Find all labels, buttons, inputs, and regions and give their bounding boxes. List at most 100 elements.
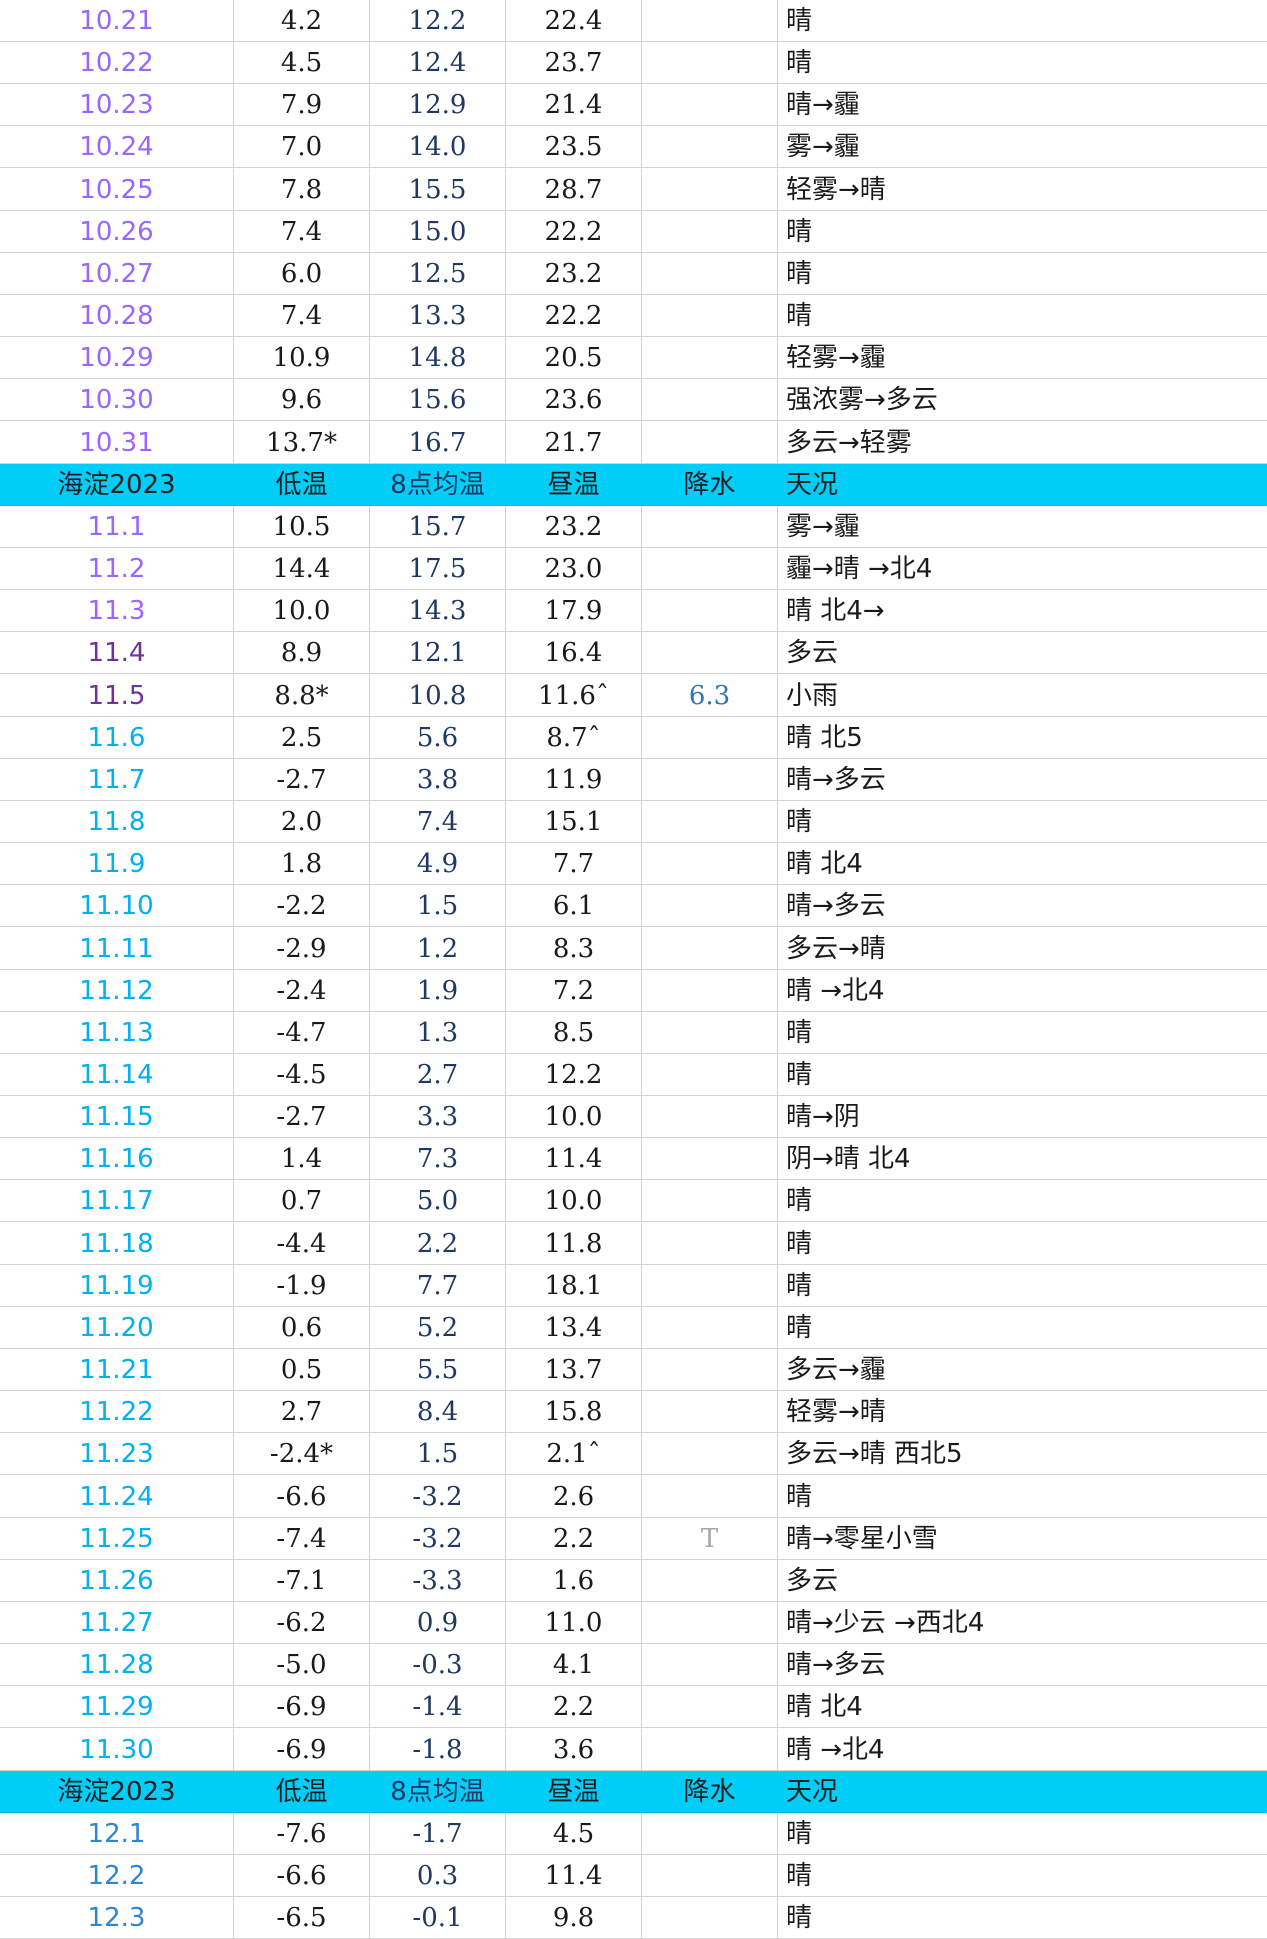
low-temp-cell[interactable]: -2.2 [234, 885, 370, 927]
date-cell[interactable]: 10.27 [0, 253, 234, 295]
date-cell[interactable]: 10.29 [0, 337, 234, 379]
low-temp-cell[interactable]: -6.6 [234, 1855, 370, 1897]
condition-cell[interactable]: 晴 [778, 0, 1267, 42]
avg-temp-cell[interactable]: 13.3 [370, 295, 506, 337]
avg-temp-cell[interactable]: 2.2 [370, 1223, 506, 1265]
header-precip-cell[interactable]: 降水 [642, 464, 778, 506]
date-cell[interactable]: 11.19 [0, 1265, 234, 1307]
condition-cell[interactable]: 晴→多云 [778, 759, 1267, 801]
header-day-temp-cell[interactable]: 昼温 [506, 1771, 642, 1813]
precip-cell[interactable] [642, 632, 778, 674]
condition-cell[interactable]: 晴 北4 [778, 843, 1267, 885]
day-temp-cell[interactable]: 16.4 [506, 632, 642, 674]
low-temp-cell[interactable]: -6.9 [234, 1686, 370, 1728]
low-temp-cell[interactable]: 10.0 [234, 590, 370, 632]
day-temp-cell[interactable]: 23.2 [506, 253, 642, 295]
low-temp-cell[interactable]: -4.5 [234, 1054, 370, 1096]
precip-cell[interactable] [642, 169, 778, 211]
precip-cell[interactable] [642, 295, 778, 337]
avg-temp-cell[interactable]: 2.7 [370, 1054, 506, 1096]
date-cell[interactable]: 11.5 [0, 675, 234, 717]
day-temp-cell[interactable]: 22.4 [506, 0, 642, 42]
condition-cell[interactable]: 晴 →北4 [778, 970, 1267, 1012]
condition-cell[interactable]: 多云→轻雾 [778, 422, 1267, 464]
precip-cell[interactable] [642, 379, 778, 421]
low-temp-cell[interactable]: 7.4 [234, 211, 370, 253]
date-cell[interactable]: 11.12 [0, 970, 234, 1012]
low-temp-cell[interactable]: 8.9 [234, 632, 370, 674]
precip-cell[interactable] [642, 42, 778, 84]
low-temp-cell[interactable]: -2.9 [234, 928, 370, 970]
condition-cell[interactable]: 晴→多云 [778, 1644, 1267, 1686]
day-temp-cell[interactable]: 10.0 [506, 1096, 642, 1138]
avg-temp-cell[interactable]: 7.3 [370, 1138, 506, 1180]
precip-cell[interactable] [642, 1307, 778, 1349]
precip-cell[interactable] [642, 885, 778, 927]
date-cell[interactable]: 11.22 [0, 1391, 234, 1433]
low-temp-cell[interactable]: 2.5 [234, 717, 370, 759]
day-temp-cell[interactable]: 12.2 [506, 1054, 642, 1096]
condition-cell[interactable]: 晴 [778, 801, 1267, 843]
date-cell[interactable]: 10.23 [0, 84, 234, 126]
avg-temp-cell[interactable]: -3.3 [370, 1560, 506, 1602]
low-temp-cell[interactable]: -7.1 [234, 1560, 370, 1602]
condition-cell[interactable]: 轻雾→霾 [778, 337, 1267, 379]
condition-cell[interactable]: 霾→晴 →北4 [778, 548, 1267, 590]
condition-cell[interactable]: 晴→零星小雪 [778, 1518, 1267, 1560]
condition-cell[interactable]: 晴→阴 [778, 1096, 1267, 1138]
precip-cell[interactable] [642, 1433, 778, 1475]
condition-cell[interactable]: 晴 [778, 1054, 1267, 1096]
day-temp-cell[interactable]: 4.5 [506, 1813, 642, 1855]
avg-temp-cell[interactable]: 15.7 [370, 506, 506, 548]
condition-cell[interactable]: 多云→霾 [778, 1349, 1267, 1391]
condition-cell[interactable]: 晴 [778, 253, 1267, 295]
condition-cell[interactable]: 晴 →北4 [778, 1729, 1267, 1771]
low-temp-cell[interactable]: -6.2 [234, 1602, 370, 1644]
day-temp-cell[interactable]: 4.1 [506, 1644, 642, 1686]
condition-cell[interactable]: 晴 北5 [778, 717, 1267, 759]
low-temp-cell[interactable]: 8.8* [234, 675, 370, 717]
avg-temp-cell[interactable]: 12.1 [370, 632, 506, 674]
condition-cell[interactable]: 强浓雾→多云 [778, 379, 1267, 421]
date-cell[interactable]: 11.20 [0, 1307, 234, 1349]
condition-cell[interactable]: 晴 [778, 1476, 1267, 1518]
day-temp-cell[interactable]: 2.2 [506, 1686, 642, 1728]
precip-cell[interactable] [642, 843, 778, 885]
low-temp-cell[interactable]: 7.0 [234, 126, 370, 168]
date-cell[interactable]: 10.24 [0, 126, 234, 168]
low-temp-cell[interactable]: -2.7 [234, 759, 370, 801]
avg-temp-cell[interactable]: 5.0 [370, 1180, 506, 1222]
date-cell[interactable]: 11.23 [0, 1433, 234, 1475]
precip-cell[interactable] [642, 1138, 778, 1180]
condition-cell[interactable]: 雾→霾 [778, 506, 1267, 548]
avg-temp-cell[interactable]: 0.3 [370, 1855, 506, 1897]
low-temp-cell[interactable]: 0.7 [234, 1180, 370, 1222]
avg-temp-cell[interactable]: 10.8 [370, 675, 506, 717]
date-cell[interactable]: 11.15 [0, 1096, 234, 1138]
date-cell[interactable]: 11.29 [0, 1686, 234, 1728]
precip-cell[interactable] [642, 1012, 778, 1054]
avg-temp-cell[interactable]: -1.4 [370, 1686, 506, 1728]
day-temp-cell[interactable]: 3.6 [506, 1729, 642, 1771]
header-low-temp-cell[interactable]: 低温 [234, 464, 370, 506]
date-cell[interactable]: 11.25 [0, 1518, 234, 1560]
avg-temp-cell[interactable]: 12.9 [370, 84, 506, 126]
low-temp-cell[interactable]: 2.0 [234, 801, 370, 843]
day-temp-cell[interactable]: 8.3 [506, 928, 642, 970]
condition-cell[interactable]: 晴 [778, 1012, 1267, 1054]
day-temp-cell[interactable]: 23.2 [506, 506, 642, 548]
precip-cell[interactable] [642, 590, 778, 632]
header-avg-temp-cell[interactable]: 8点均温 [370, 464, 506, 506]
low-temp-cell[interactable]: -7.6 [234, 1813, 370, 1855]
condition-cell[interactable]: 轻雾→晴 [778, 169, 1267, 211]
avg-temp-cell[interactable]: 1.9 [370, 970, 506, 1012]
low-temp-cell[interactable]: 10.9 [234, 337, 370, 379]
precip-cell[interactable] [642, 422, 778, 464]
condition-cell[interactable]: 晴→多云 [778, 885, 1267, 927]
avg-temp-cell[interactable]: 17.5 [370, 548, 506, 590]
condition-cell[interactable]: 晴→霾 [778, 84, 1267, 126]
precip-cell[interactable] [642, 759, 778, 801]
condition-cell[interactable]: 多云→晴 西北5 [778, 1433, 1267, 1475]
day-temp-cell[interactable]: 18.1 [506, 1265, 642, 1307]
low-temp-cell[interactable]: 0.6 [234, 1307, 370, 1349]
